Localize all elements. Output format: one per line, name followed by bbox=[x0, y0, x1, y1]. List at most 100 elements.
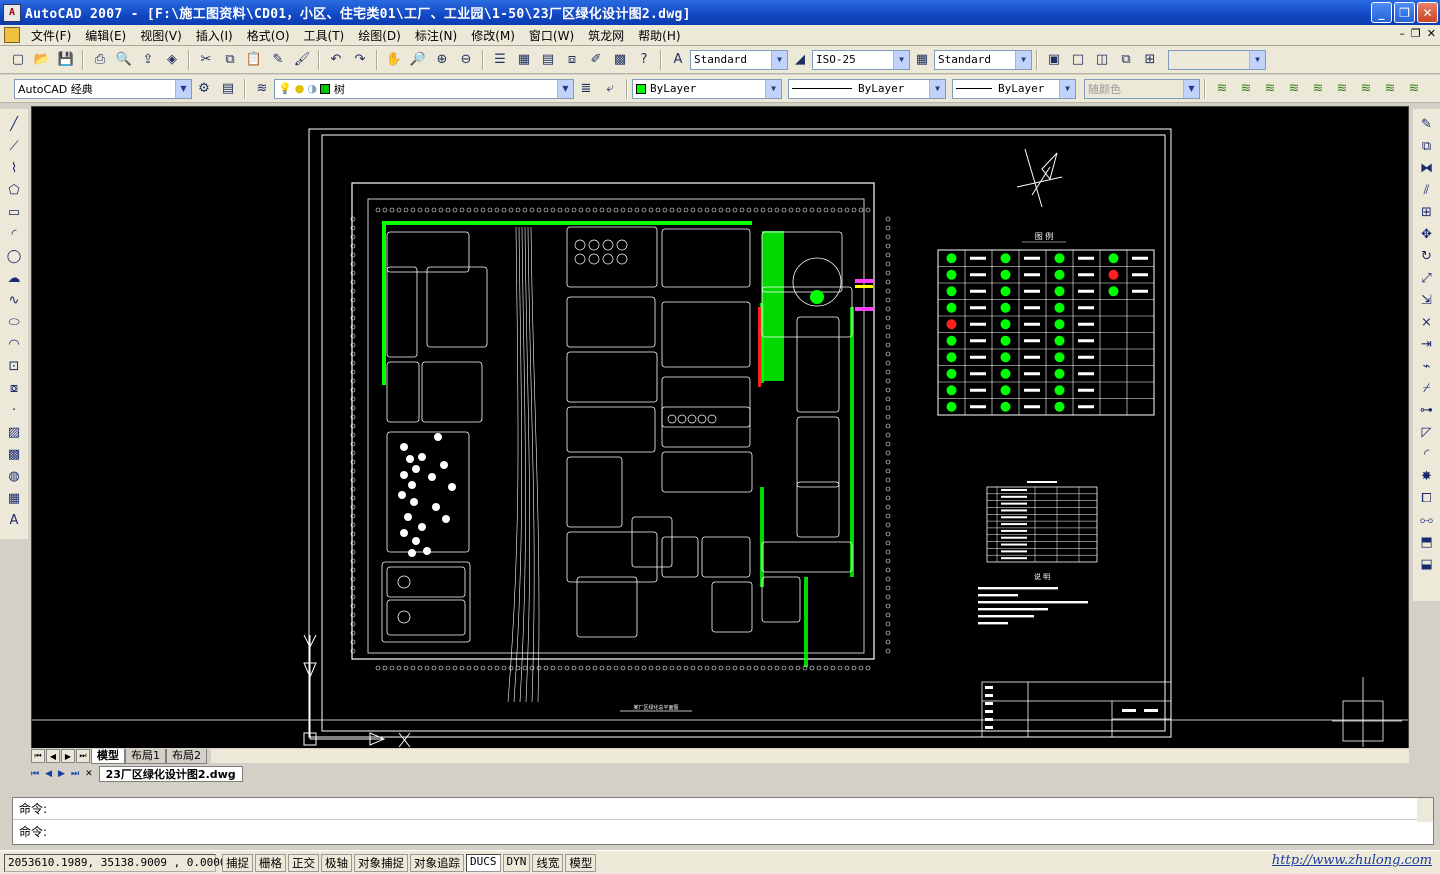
viewport-scale-select[interactable]: ▼ bbox=[1168, 49, 1266, 70]
open-icon[interactable]: 📂 bbox=[31, 49, 53, 71]
offset-icon[interactable]: ⫽ bbox=[1416, 179, 1438, 201]
menu-item-4[interactable]: 格式(O) bbox=[240, 27, 297, 44]
doc-last-icon[interactable]: ⏭ bbox=[71, 769, 79, 779]
dim-style-icon[interactable]: ◢ bbox=[789, 49, 811, 71]
close-button[interactable]: ✕ bbox=[1417, 2, 1438, 23]
erase-icon[interactable]: ✎ bbox=[1416, 113, 1438, 135]
menu-item-0[interactable]: 文件(F) bbox=[24, 27, 78, 44]
status-toggle-9[interactable]: 模型 bbox=[565, 853, 597, 872]
pline-icon[interactable]: ⌇ bbox=[3, 157, 25, 179]
explode-icon[interactable]: ✸ bbox=[1416, 465, 1438, 487]
rotate-icon[interactable]: ↻ bbox=[1416, 245, 1438, 267]
workspace-settings-icon[interactable]: ⚙ bbox=[193, 78, 215, 100]
circle-icon[interactable]: ◯ bbox=[3, 245, 25, 267]
menu-item-11[interactable]: 帮助(H) bbox=[631, 27, 687, 44]
menu-item-8[interactable]: 修改(M) bbox=[464, 27, 522, 44]
text-style-select[interactable]: Standard ▼ bbox=[690, 49, 788, 70]
paste-icon[interactable]: 📋 bbox=[243, 49, 265, 71]
properties-icon[interactable]: ☰ bbox=[489, 49, 511, 71]
matchprop-icon[interactable]: ✎ bbox=[267, 49, 289, 71]
copy-icon[interactable]: ⧉ bbox=[219, 49, 241, 71]
zhulong-link[interactable]: http://www.zhulong.com bbox=[1272, 853, 1432, 868]
status-toggle-6[interactable]: DUCS bbox=[466, 853, 501, 872]
first-tab-icon[interactable]: ⏮ bbox=[31, 749, 45, 763]
draworder-back-icon[interactable]: ⧟ bbox=[1416, 509, 1438, 531]
pan-icon[interactable]: ✋ bbox=[383, 49, 405, 71]
cut-icon[interactable]: ✂ bbox=[195, 49, 217, 71]
ellipse-arc-icon[interactable]: ◠ bbox=[3, 333, 25, 355]
menu-item-2[interactable]: 视图(V) bbox=[133, 27, 189, 44]
chevron-down-icon[interactable]: ▼ bbox=[1183, 79, 1199, 98]
publish-icon[interactable]: ⇪ bbox=[137, 49, 159, 71]
break-point-icon[interactable]: ⌁ bbox=[1416, 355, 1438, 377]
status-toggle-4[interactable]: 对象捕捉 bbox=[354, 853, 408, 872]
layer-unlock-icon[interactable]: ≋ bbox=[1355, 78, 1377, 100]
chevron-down-icon[interactable]: ▼ bbox=[1059, 79, 1075, 98]
revcloud-icon[interactable]: ☁ bbox=[3, 267, 25, 289]
table-icon[interactable]: ▦ bbox=[3, 487, 25, 509]
mtext-icon[interactable]: A bbox=[3, 509, 25, 531]
next-tab-icon[interactable]: ▶ bbox=[61, 749, 75, 763]
layer-manager-icon[interactable]: ≋ bbox=[251, 78, 273, 100]
menu-item-3[interactable]: 插入(I) bbox=[189, 27, 240, 44]
spline-icon[interactable]: ∿ bbox=[3, 289, 25, 311]
rectangle-icon[interactable]: ▭ bbox=[3, 201, 25, 223]
brush-icon[interactable]: 🖌 bbox=[291, 49, 313, 71]
hatch-icon[interactable]: ▨ bbox=[3, 421, 25, 443]
layer-match-icon[interactable]: ≋ bbox=[1379, 78, 1401, 100]
designcenter-icon[interactable]: ▦ bbox=[513, 49, 535, 71]
sheetset-icon[interactable]: ⧈ bbox=[561, 49, 583, 71]
calculator-icon[interactable]: ▩ bbox=[609, 49, 631, 71]
menu-item-1[interactable]: 编辑(E) bbox=[78, 27, 133, 44]
move-icon[interactable]: ✥ bbox=[1416, 223, 1438, 245]
doc-minimize-button[interactable]: – bbox=[1399, 27, 1405, 40]
polygon-viewport-icon[interactable]: ◫ bbox=[1091, 49, 1113, 71]
3dprint-icon[interactable]: ◈ bbox=[161, 49, 183, 71]
layout-tab-1[interactable]: 布局1 bbox=[125, 748, 166, 764]
new-icon[interactable]: ▢ bbox=[7, 49, 29, 71]
scale-icon[interactable]: ⤢ bbox=[1416, 267, 1438, 289]
markup-icon[interactable]: ✐ bbox=[585, 49, 607, 71]
layer-unisolate-icon[interactable]: ≋ bbox=[1259, 78, 1281, 100]
region-icon[interactable]: ◍ bbox=[3, 465, 25, 487]
polygon-icon[interactable]: ⬠ bbox=[3, 179, 25, 201]
command-scrollbar[interactable] bbox=[1417, 798, 1433, 822]
layer-previous-icon[interactable]: ⤶ bbox=[599, 78, 621, 100]
menu-item-6[interactable]: 绘图(D) bbox=[351, 27, 408, 44]
layer-lock-icon[interactable]: ≋ bbox=[1331, 78, 1353, 100]
arc-icon[interactable]: ◜ bbox=[3, 223, 25, 245]
draworder-front-icon[interactable]: ⧠ bbox=[1416, 487, 1438, 509]
copy-object-icon[interactable]: ⧉ bbox=[1416, 135, 1438, 157]
status-toggle-8[interactable]: 线宽 bbox=[532, 853, 564, 872]
stretch-icon[interactable]: ⇲ bbox=[1416, 289, 1438, 311]
workspace-save-icon[interactable]: ▤ bbox=[217, 78, 239, 100]
zoom-previous-icon[interactable]: ⊖ bbox=[455, 49, 477, 71]
array-icon[interactable]: ⊞ bbox=[1416, 201, 1438, 223]
chamfer-icon[interactable]: ◸ bbox=[1416, 421, 1438, 443]
minimize-button[interactable]: _ bbox=[1371, 2, 1392, 23]
viewport-icon[interactable]: ▣ bbox=[1043, 49, 1065, 71]
redo-icon[interactable]: ↷ bbox=[349, 49, 371, 71]
layout-tab-0[interactable]: 模型 bbox=[91, 748, 125, 764]
chevron-down-icon[interactable]: ▼ bbox=[1015, 50, 1031, 69]
maximize-button[interactable]: ❐ bbox=[1394, 2, 1415, 23]
doc-restore-button[interactable]: ❐ bbox=[1411, 27, 1421, 40]
layer-delete-icon[interactable]: ≋ bbox=[1403, 78, 1425, 100]
autocad-app-icon[interactable]: A bbox=[3, 3, 21, 22]
trim-icon[interactable]: ⨯ bbox=[1416, 311, 1438, 333]
drawing-area[interactable]: 图 例 说 明 某厂区绿化总平面图 bbox=[31, 106, 1409, 749]
zoom-window-icon[interactable]: ⊕ bbox=[431, 49, 453, 71]
draworder-under-icon[interactable]: ⬓ bbox=[1416, 553, 1438, 575]
menu-item-9[interactable]: 窗口(W) bbox=[522, 27, 581, 44]
doc-prev-icon[interactable]: ◀ bbox=[45, 769, 52, 779]
ellipse-icon[interactable]: ⬭ bbox=[3, 311, 25, 333]
color-select[interactable]: ByLayer ▼ bbox=[632, 78, 782, 99]
dim-style-select[interactable]: ISO-25 ▼ bbox=[812, 49, 910, 70]
break-icon[interactable]: ⌿ bbox=[1416, 377, 1438, 399]
undo-icon[interactable]: ↶ bbox=[325, 49, 347, 71]
status-toggle-5[interactable]: 对象追踪 bbox=[410, 853, 464, 872]
plot-icon[interactable]: ⎙ bbox=[89, 49, 111, 71]
doc-close-icon[interactable]: ✕ bbox=[85, 769, 93, 779]
table-style-select[interactable]: Standard ▼ bbox=[934, 49, 1032, 70]
xline-icon[interactable]: ⟋ bbox=[3, 135, 25, 157]
